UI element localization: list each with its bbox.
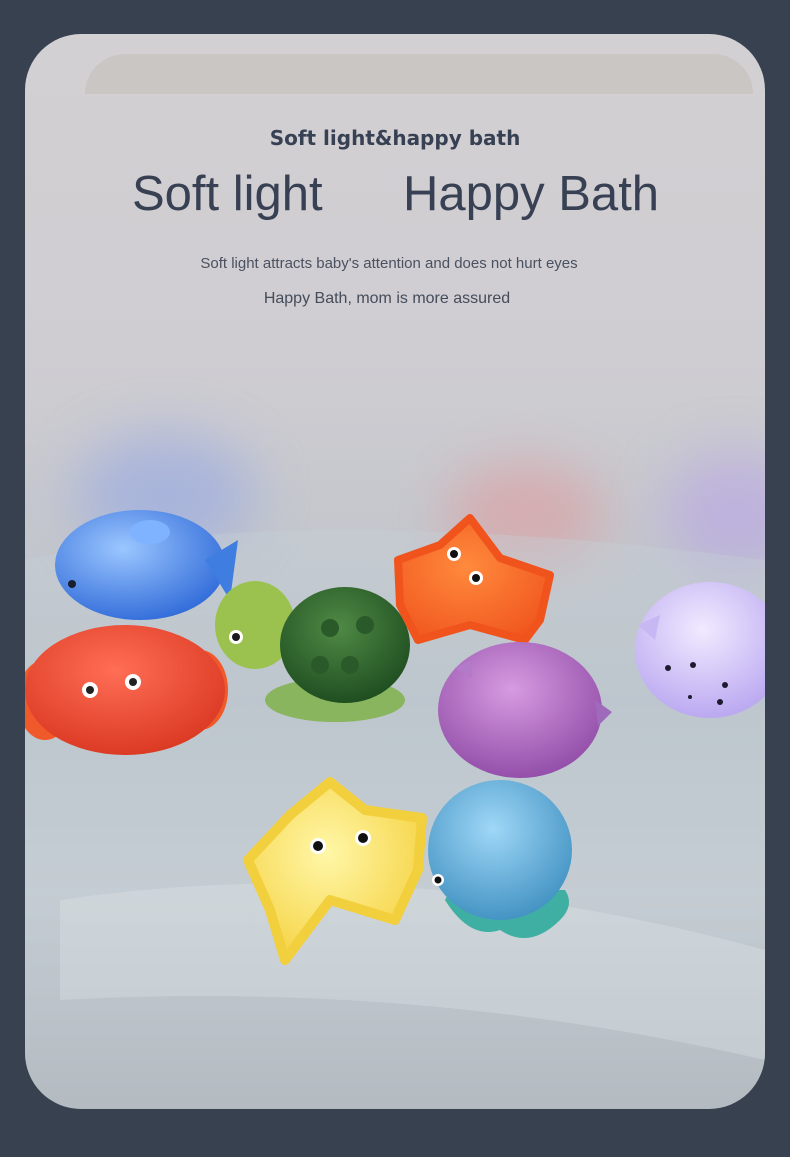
title-happy-bath: Happy Bath xyxy=(403,167,660,221)
lilac-seal-toy xyxy=(635,582,765,718)
title-soft-light: Soft light xyxy=(132,167,323,221)
description-line-1: Soft light attracts baby's attention and… xyxy=(200,255,578,272)
toys-illustration xyxy=(25,510,765,1109)
description-line-2: Happy Bath, mom is more assured xyxy=(263,290,511,307)
subtitle: Soft light&happy bath xyxy=(269,126,521,150)
